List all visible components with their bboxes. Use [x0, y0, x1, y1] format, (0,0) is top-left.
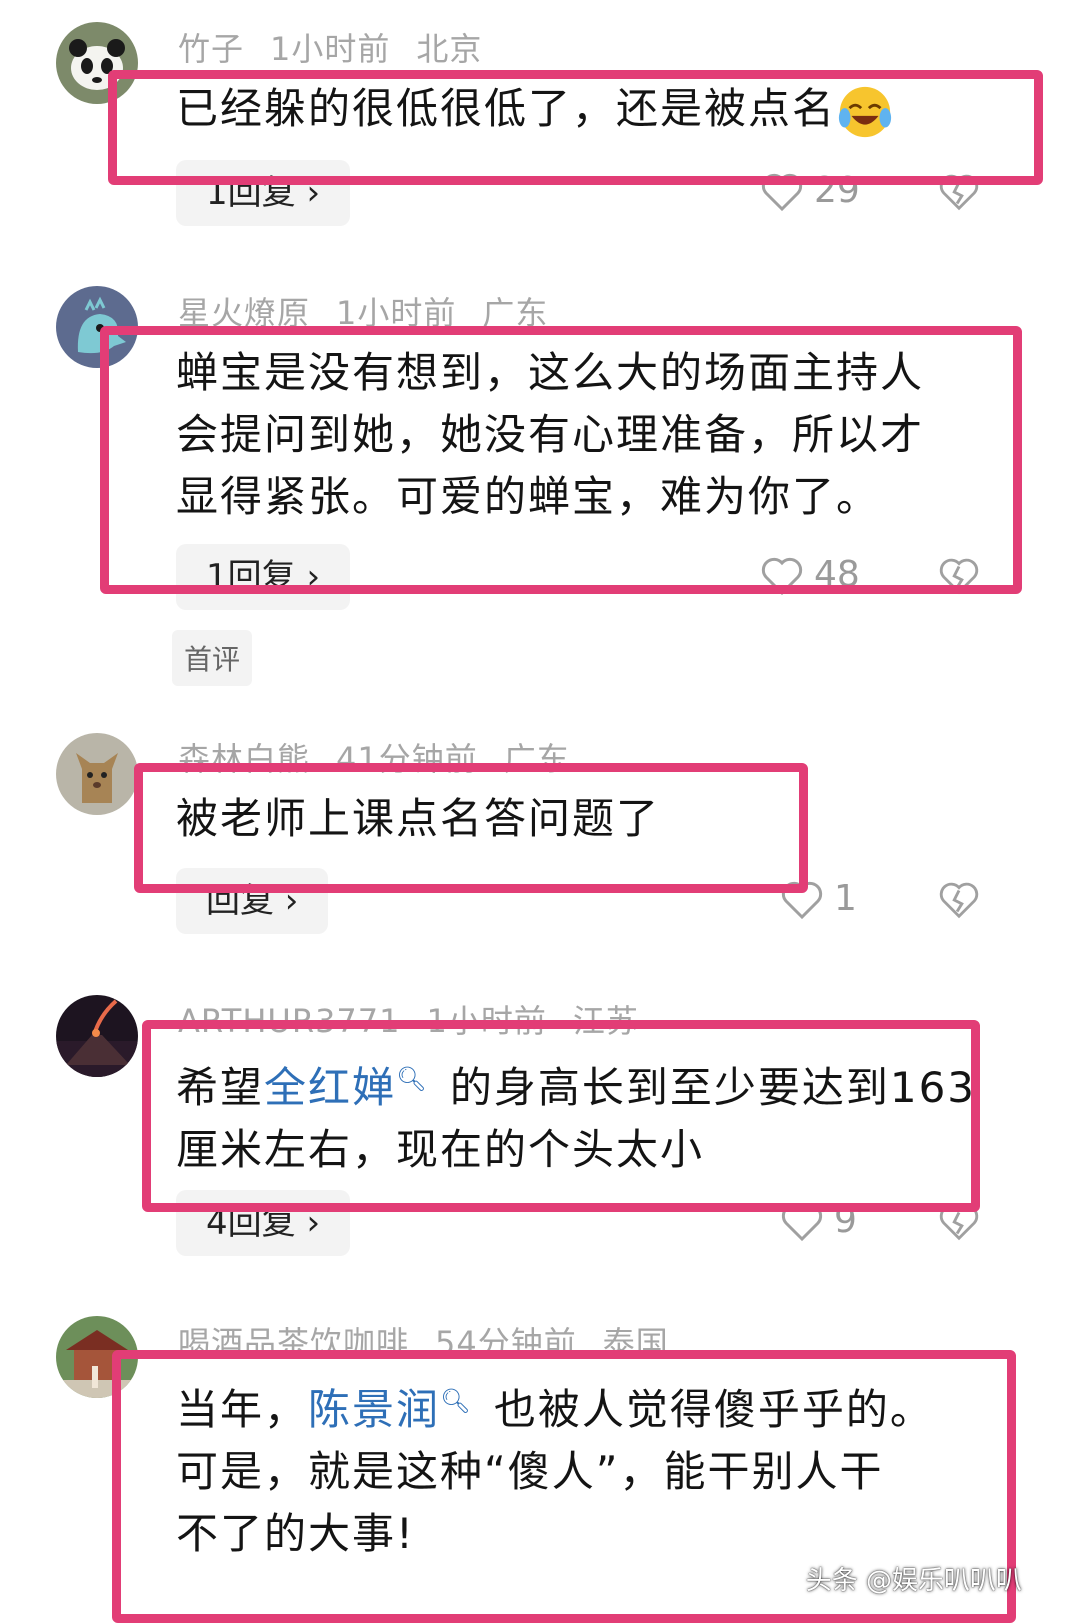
highlight-box — [108, 70, 1043, 185]
broken-heart-icon[interactable] — [938, 880, 980, 920]
first-comment-badge: 首评 — [172, 630, 253, 686]
location: 北京 — [416, 30, 483, 68]
username[interactable]: 竹子 — [178, 30, 244, 68]
timestamp: 1小时前 — [270, 30, 391, 68]
watermark: 头条 @娱乐叭叭叭 — [805, 1566, 1022, 1596]
cat-avatar-icon — [56, 733, 138, 815]
avatar[interactable] — [56, 733, 138, 815]
volcano-night-avatar-icon — [56, 995, 138, 1077]
avatar[interactable] — [56, 995, 138, 1077]
highlight-box — [142, 1020, 980, 1212]
comment-meta: 竹子 1小时前 北京 — [178, 24, 508, 70]
highlight-box — [134, 763, 808, 893]
highlight-box — [100, 326, 1022, 594]
like-count: 1 — [834, 878, 857, 919]
